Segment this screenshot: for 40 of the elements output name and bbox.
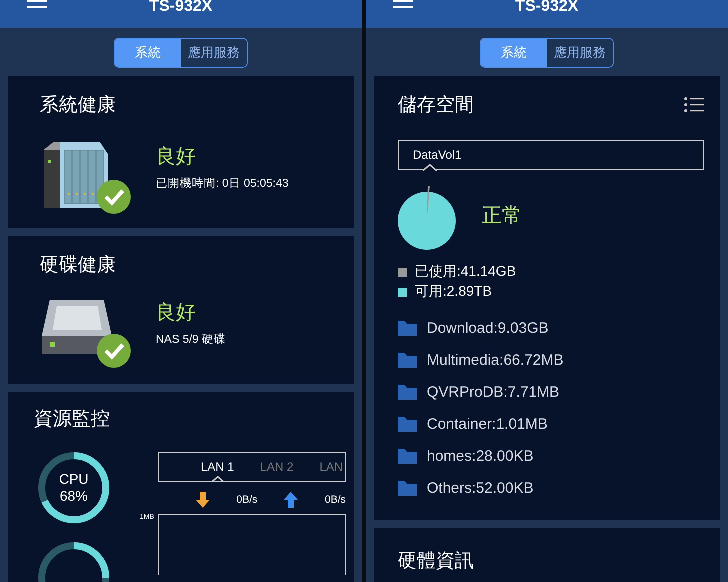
check-badge-icon xyxy=(97,180,131,214)
selection-pointer-icon xyxy=(423,164,437,171)
card-title: 資源監控 xyxy=(34,408,111,432)
legend-label: 可用:2.89TB xyxy=(415,283,492,301)
cpu-label: CPU xyxy=(59,471,89,488)
folder-icon xyxy=(398,384,417,400)
lan-tab[interactable]: LAN xyxy=(320,460,344,474)
card-title: 儲存空間 xyxy=(398,94,474,118)
health-status: 良好 xyxy=(156,301,197,326)
card-title: 硬體資訊 xyxy=(398,550,475,574)
lan-tab[interactable]: LAN 1 xyxy=(201,460,234,474)
folder-usage: QVRProDB:7.71MB xyxy=(427,384,560,400)
folder-usage: homes:28.00KB xyxy=(427,448,534,464)
folder-usage: Multimedia:66.72MB xyxy=(427,352,564,368)
download-rate: 0B/s xyxy=(236,494,258,506)
device-title: TS-932X xyxy=(149,0,213,16)
upload-arrow-icon xyxy=(284,492,298,508)
card-title: 硬碟健康 xyxy=(40,254,117,278)
check-badge-icon xyxy=(97,334,131,368)
health-detail: 已開機時間: 0日 05:05:43 xyxy=(156,176,289,191)
folder-icon xyxy=(398,480,417,496)
volume-status: 正常 xyxy=(482,204,522,228)
device-title: TS-932X xyxy=(515,0,579,16)
folder-usage: Download:9.03GB xyxy=(427,320,549,336)
volume-selector[interactable]: DataVol1 xyxy=(398,140,704,170)
upload-rate: 0B/s xyxy=(324,494,346,506)
health-status: 良好 xyxy=(156,145,197,170)
folder-icon xyxy=(398,320,417,336)
folder-icon xyxy=(398,448,417,464)
folder-icon xyxy=(398,416,417,432)
folder-usage: Container:1.01MB xyxy=(427,416,548,432)
card-title: 系統健康 xyxy=(40,94,117,118)
folder-usage: Others:52.00KB xyxy=(427,480,534,496)
cpu-value: 68% xyxy=(60,488,88,505)
legend-label: 已使用:41.14GB xyxy=(415,263,516,281)
folder-icon xyxy=(398,352,417,368)
download-arrow-icon xyxy=(196,492,210,508)
lan-tab[interactable]: LAN 2 xyxy=(260,460,294,474)
list-icon[interactable] xyxy=(684,97,704,113)
health-detail: NAS 5/9 硬碟 xyxy=(156,332,226,347)
